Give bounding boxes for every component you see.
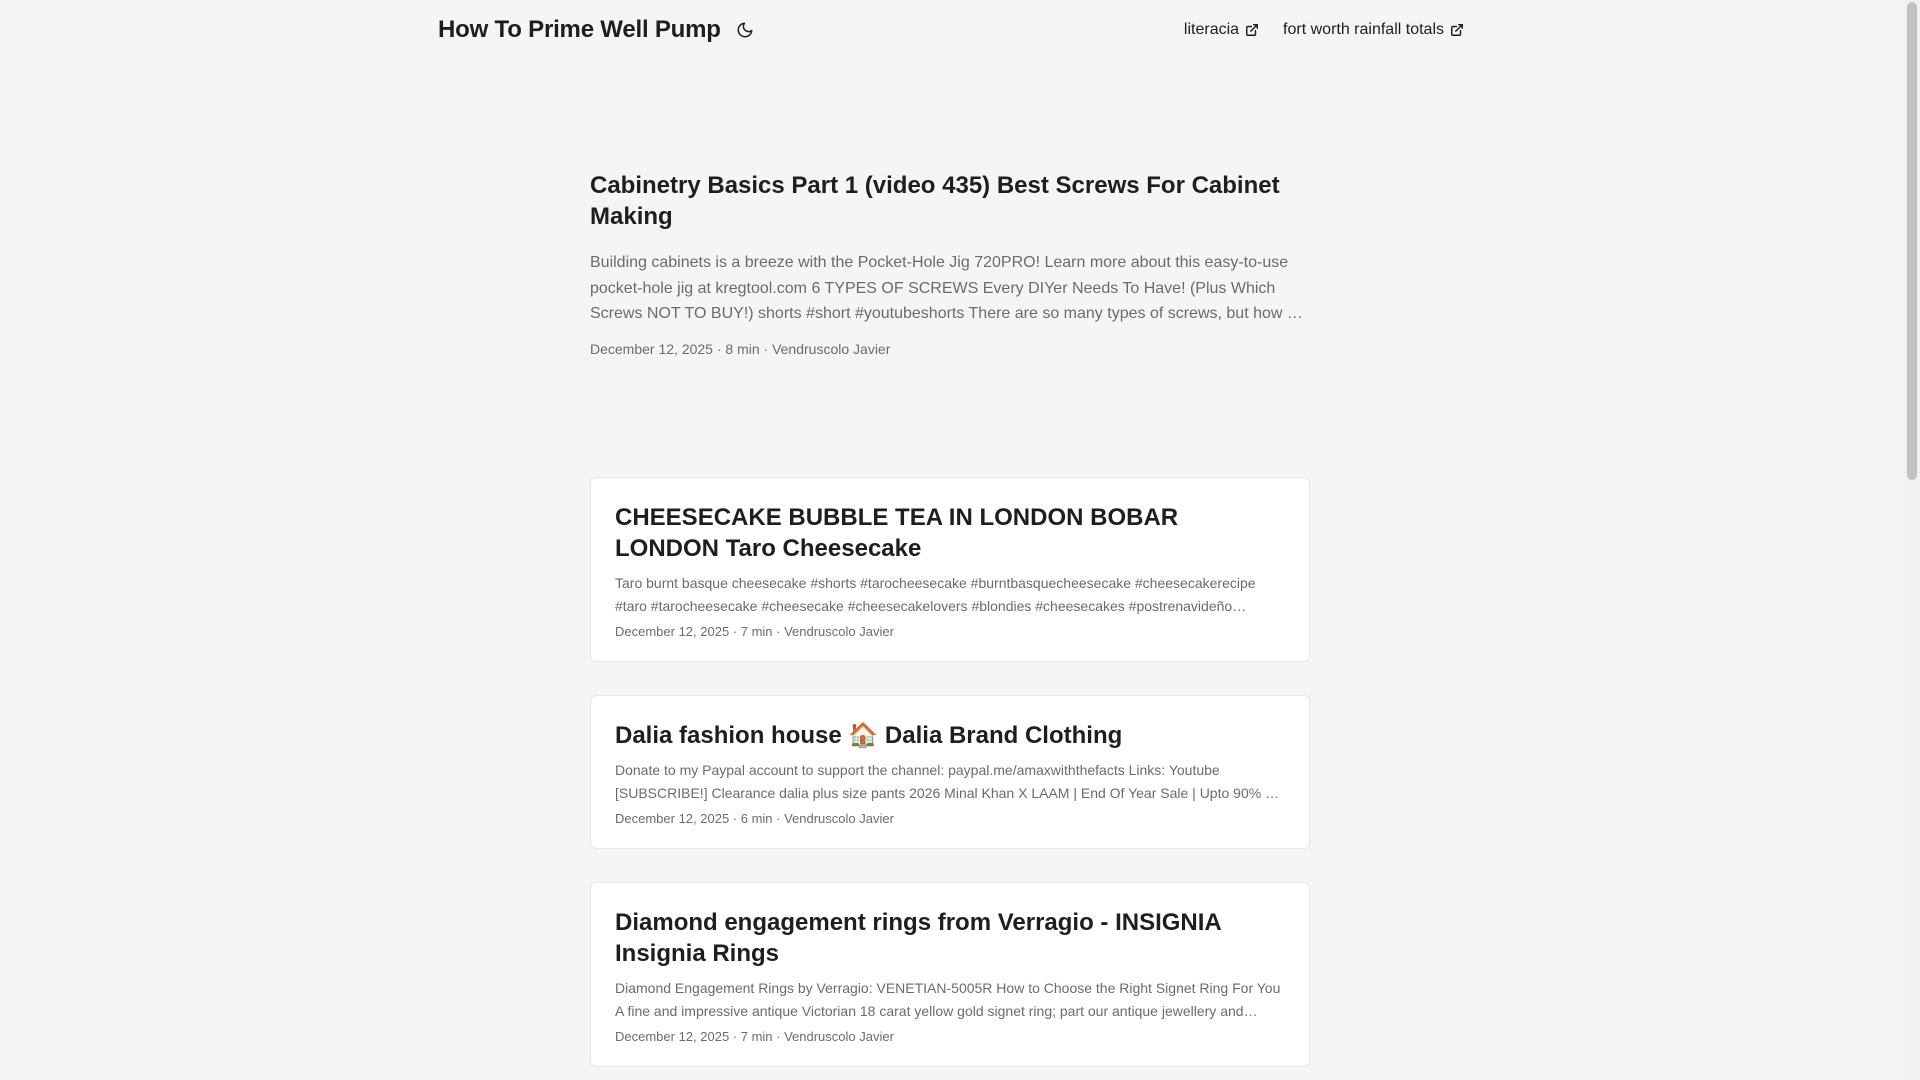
post-meta: December 12, 2025 · 6 min · Vendruscolo … (615, 811, 894, 826)
nav-link-label: literacia (1183, 21, 1240, 38)
featured-post[interactable]: Cabinetry Basics Part 1 (video 435) Best… (590, 170, 1310, 357)
main-nav: literacia fort worth rainfall totals (1160, 21, 1464, 39)
nav-link-literacia[interactable]: literacia (1184, 21, 1259, 39)
external-link-icon (1245, 23, 1259, 37)
post-summary: Donate to my Paypal account to support t… (615, 762, 1284, 801)
post-card[interactable]: CHEESECAKE BUBBLE TEA IN LONDON BOBAR LO… (590, 477, 1310, 662)
post-meta: December 12, 2025 · 7 min · Vendruscolo … (615, 1029, 894, 1044)
nav-link-label: fort worth rainfall totals (1283, 21, 1444, 38)
scrollbar-thumb[interactable] (1907, 2, 1917, 480)
post-summary: Diamond Engagement Rings by Verragio: VE… (615, 980, 1281, 1019)
logo-wrap: How To Prime Well Pump (438, 16, 757, 44)
featured-post-meta: December 12, 2025 · 8 min · Vendruscolo … (590, 340, 891, 357)
post-title: CHEESECAKE BUBBLE TEA IN LONDON BOBAR LO… (615, 504, 1179, 562)
theme-toggle-button[interactable] (733, 18, 757, 42)
external-link-icon (1450, 23, 1464, 37)
page: How To Prime Well Pump literacia fort wo… (0, 0, 1920, 1080)
post-card[interactable]: Dalia fashion house 🏠 Dalia Brand Clothi… (590, 695, 1310, 849)
featured-post-summary: Building cabinets is a breeze with the P… (590, 254, 1305, 322)
post-title: Diamond engagement rings from Verragio -… (615, 909, 1221, 967)
site-header: How To Prime Well Pump literacia fort wo… (438, 0, 1464, 60)
post-title: Dalia fashion house 🏠 Dalia Brand Clothi… (615, 722, 1123, 749)
post-meta: December 12, 2025 · 7 min · Vendruscolo … (615, 624, 894, 639)
nav-link-fort-worth-rainfall-totals[interactable]: fort worth rainfall totals (1283, 21, 1464, 39)
post-summary: Taro burnt basque cheesecake #shorts #ta… (615, 575, 1256, 614)
moon-icon (737, 22, 753, 38)
site-title-link[interactable]: How To Prime Well Pump (438, 16, 721, 44)
post-card[interactable]: Diamond engagement rings from Verragio -… (590, 882, 1310, 1067)
featured-post-title: Cabinetry Basics Part 1 (video 435) Best… (590, 172, 1280, 230)
page-scrollbar[interactable] (1904, 0, 1920, 1080)
